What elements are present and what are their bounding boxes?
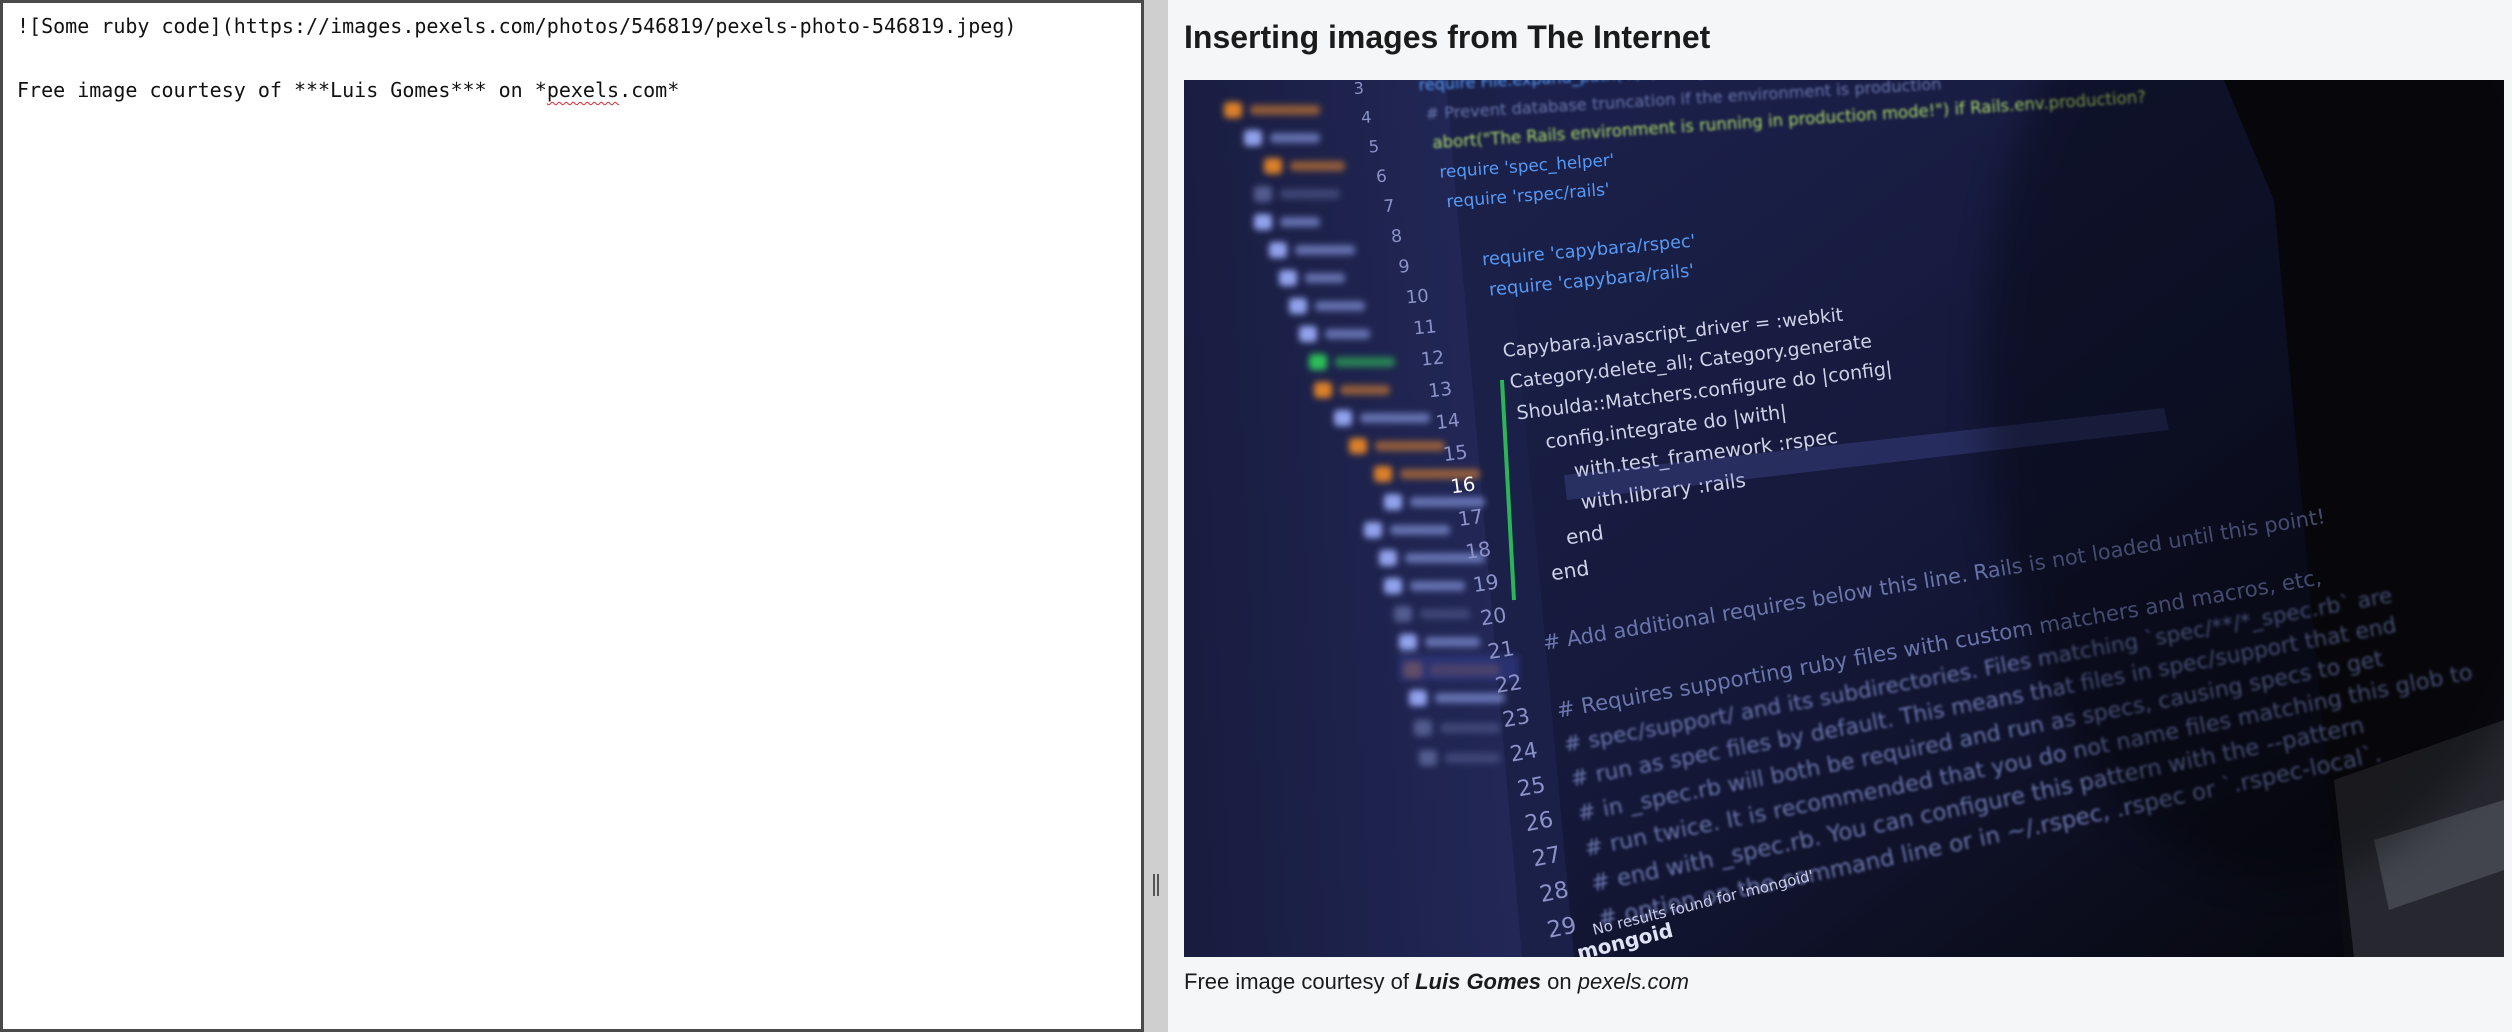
code-line-row: 11 [1412, 316, 1437, 339]
line-number: 4 [1361, 108, 1372, 128]
file-tree-label [1375, 441, 1445, 451]
folder-icon [1289, 298, 1307, 314]
code-line-row: 8 [1390, 226, 1403, 247]
line-number: 19 [1471, 569, 1500, 597]
splitter-grip-icon[interactable] [1152, 874, 1160, 898]
line-number: 7 [1383, 196, 1395, 217]
folder-icon [1399, 634, 1417, 650]
folder-icon [1264, 158, 1282, 174]
line-number: 25 [1515, 773, 1547, 803]
file-tree-label [1315, 301, 1365, 311]
folder-icon [1409, 690, 1427, 706]
page-title: Inserting images from The Internet [1184, 19, 1711, 55]
editor-line-3[interactable]: Free image courtesy of ***Luis Gomes*** … [17, 74, 1127, 106]
line-number: 24 [1508, 738, 1540, 768]
line-number: 9 [1398, 257, 1411, 278]
file-tree-label [1290, 161, 1345, 171]
folder-icon [1414, 720, 1432, 736]
line-number: 26 [1523, 806, 1556, 837]
folder-icon [1374, 466, 1392, 482]
editor-line-1[interactable]: ![Some ruby code](https://images.pexels.… [17, 10, 1127, 42]
line-number: 3 [1353, 80, 1364, 98]
file-tree-label [1425, 637, 1480, 647]
line-number: 15 [1442, 440, 1469, 466]
folder-icon [1244, 130, 1262, 146]
folder-icon [1224, 102, 1242, 118]
folder-icon [1384, 578, 1402, 594]
spellcheck-word[interactable]: pexels [547, 78, 619, 102]
line-number: 12 [1420, 347, 1446, 370]
folder-icon [1309, 354, 1327, 370]
file-tree-label [1270, 133, 1320, 143]
file-tree-label [1440, 723, 1500, 733]
caption-author: Luis Gomes [1415, 969, 1542, 994]
code-line-row: 22 [1493, 669, 1524, 698]
folder-icon [1269, 242, 1287, 258]
line-number: 8 [1390, 226, 1403, 247]
line-number: 6 [1375, 165, 1387, 186]
file-tree-label [1445, 753, 1500, 763]
line-number: 20 [1479, 603, 1509, 631]
folder-icon [1384, 494, 1402, 510]
folder-icon [1299, 326, 1317, 342]
caption-middle: on [1541, 969, 1578, 994]
folder-icon [1394, 606, 1412, 622]
editor-line-3-prefix: Free image courtesy of ***Luis Gomes*** … [17, 78, 547, 102]
caption-prefix: Free image courtesy of [1184, 969, 1416, 994]
folder-icon [1419, 750, 1437, 766]
folder-icon [1279, 270, 1297, 286]
caption-site: pexels.com [1577, 969, 1690, 994]
markdown-editor-app: ![Some ruby code](https://images.pexels.… [0, 0, 2512, 1032]
file-tree-label [1250, 105, 1320, 115]
line-number: 16 [1449, 472, 1477, 498]
line-number: 17 [1457, 505, 1485, 531]
pane-splitter[interactable] [1144, 0, 1168, 1032]
code-photo-illustration: 3require File.expand_path('../../config/… [1184, 80, 2504, 957]
markdown-source-editor[interactable]: ![Some ruby code](https://images.pexels.… [0, 0, 1144, 1032]
markdown-preview-pane: Inserting images from The Internet 3 4 #… [1168, 0, 2512, 1032]
image-caption: Free image courtesy of Luis Gomes on pex… [1184, 967, 2512, 997]
line-number: 18 [1464, 537, 1493, 564]
file-tree-label [1295, 245, 1355, 255]
editor-line-2[interactable] [17, 42, 1127, 74]
file-tree-label [1390, 525, 1450, 535]
folder-icon [1349, 438, 1367, 454]
folder-icon [1379, 550, 1397, 566]
file-tree-label [1435, 693, 1505, 703]
line-number: 11 [1412, 316, 1437, 339]
file-tree-label [1335, 357, 1395, 367]
code-photo-image: 3require File.expand_path('../../config/… [1184, 80, 2504, 957]
file-tree-label [1280, 217, 1320, 227]
file-tree-label [1360, 413, 1430, 423]
folder-icon [1334, 410, 1352, 426]
code-line-row: 20 [1479, 603, 1509, 631]
line-number: 21 [1486, 636, 1516, 664]
line-number: 27 [1530, 841, 1563, 872]
line-number: 13 [1427, 379, 1453, 403]
file-tree-label [1410, 581, 1465, 591]
line-number: 23 [1501, 704, 1532, 733]
folder-icon [1314, 382, 1332, 398]
editor-line-3-suffix: .com* [619, 78, 680, 102]
file-tree-label [1305, 273, 1345, 283]
file-tree-label [1420, 609, 1470, 619]
file-tree-label [1340, 385, 1390, 395]
folder-icon [1254, 214, 1272, 230]
line-number: 5 [1368, 137, 1380, 157]
folder-icon [1364, 522, 1382, 538]
line-number: 22 [1493, 669, 1524, 698]
file-tree-label [1280, 189, 1340, 199]
line-number: 14 [1434, 409, 1461, 434]
file-tree-label [1325, 329, 1370, 339]
folder-icon [1254, 186, 1272, 202]
line-number: 10 [1405, 285, 1430, 308]
